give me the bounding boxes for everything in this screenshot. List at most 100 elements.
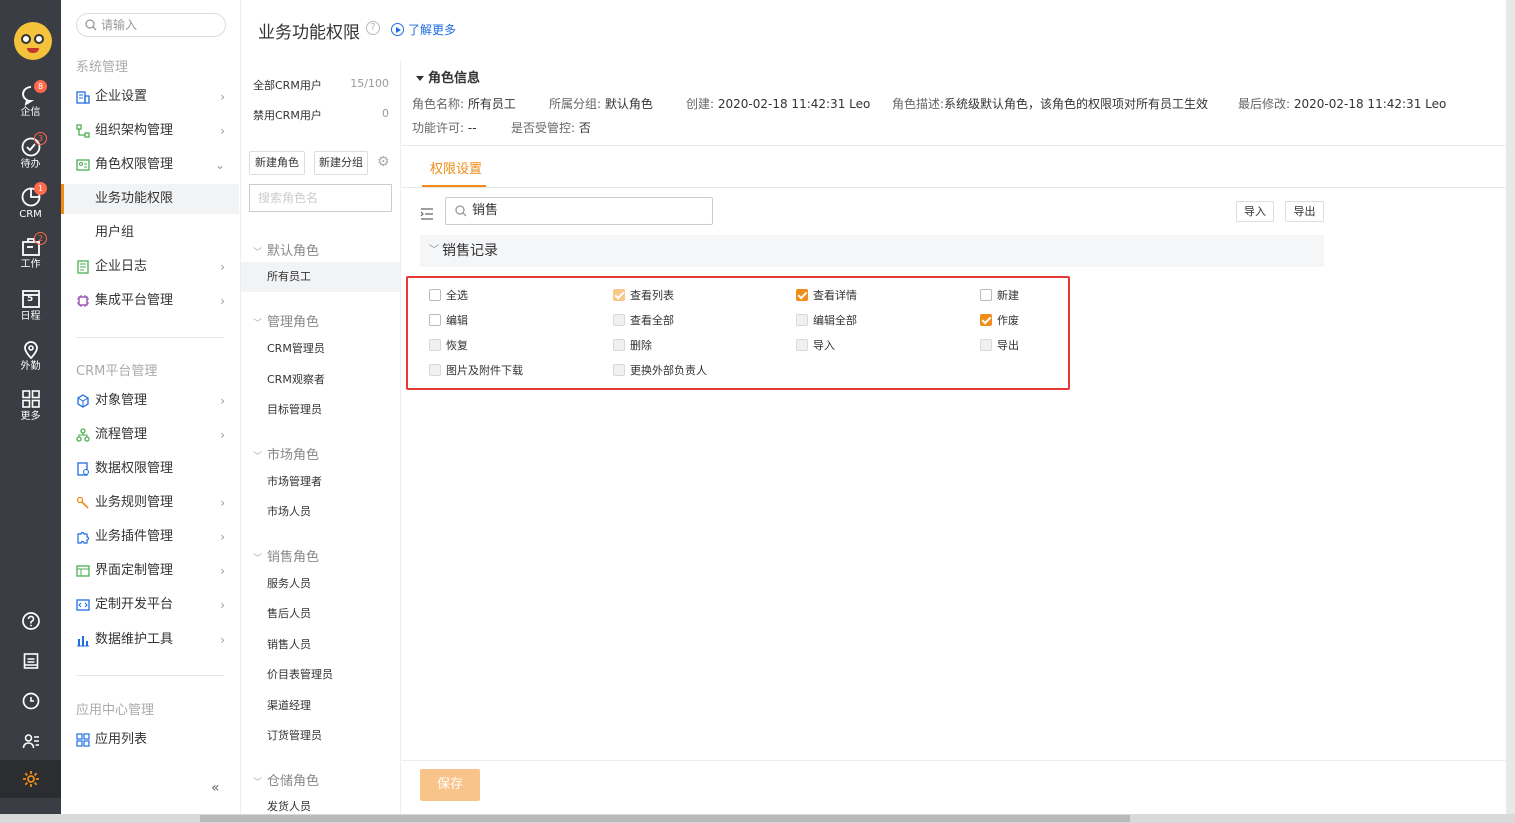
filter-list-icon[interactable] <box>420 205 434 224</box>
checkbox-void[interactable]: 作废 <box>980 312 1019 328</box>
permission-group-sales-record[interactable]: ﹀ 销售记录 <box>420 235 1324 267</box>
help-icon[interactable]: ? <box>366 21 380 35</box>
checkbox[interactable] <box>613 339 625 351</box>
checkbox-edit-all[interactable]: 编辑全部 <box>796 312 857 328</box>
checkbox[interactable] <box>796 339 808 351</box>
role-item[interactable]: 订货管理员 <box>241 721 400 751</box>
checkbox[interactable] <box>796 314 808 326</box>
save-button[interactable]: 保存 <box>420 769 480 801</box>
new-role-button[interactable]: 新建角色 <box>249 151 305 175</box>
checkbox-export[interactable]: 导出 <box>980 337 1019 353</box>
export-button[interactable]: 导出 <box>1285 201 1324 222</box>
sidebar-item-plugins[interactable]: 业务插件管理 › <box>61 522 239 552</box>
checkbox[interactable] <box>980 289 992 301</box>
sidebar-item-flow-mgmt[interactable]: 流程管理 › <box>61 420 239 450</box>
role-group-sales[interactable]: ﹀ 销售角色 <box>253 546 319 565</box>
rail-item-crm[interactable]: 1 CRM <box>0 182 61 232</box>
rail-label: 更多 <box>20 411 41 422</box>
role-item[interactable]: 销售人员 <box>241 630 400 660</box>
import-button[interactable]: 导入 <box>1236 201 1274 222</box>
user-avatar[interactable] <box>14 22 52 60</box>
history-button[interactable] <box>0 686 61 716</box>
sidebar-item-app-list[interactable]: 应用列表 <box>61 725 239 755</box>
checkbox[interactable] <box>613 364 625 376</box>
rail-item-todo[interactable]: 3 待办 <box>0 132 61 182</box>
rail-item-messages[interactable]: 8 企信 <box>0 80 61 130</box>
checkbox[interactable] <box>429 289 441 301</box>
sidebar-item-company-settings[interactable]: 企业设置 › <box>61 82 239 112</box>
sidebar-item-ui-custom[interactable]: 界面定制管理 › <box>61 556 239 586</box>
checkbox[interactable] <box>429 364 441 376</box>
chevron-right-icon: › <box>220 633 225 647</box>
horizontal-scrollbar[interactable] <box>0 814 1515 823</box>
learn-more-link[interactable]: 了解更多 <box>391 21 456 38</box>
checkbox[interactable] <box>429 314 441 326</box>
sidebar-item-integration[interactable]: 集成平台管理 › <box>61 286 239 316</box>
sidebar-search-input[interactable]: 请输入 <box>76 13 226 37</box>
checkbox[interactable] <box>796 289 808 301</box>
role-item-all-staff[interactable]: 所有员工 <box>241 262 400 292</box>
collapse-sidebar-button[interactable]: « <box>211 780 220 796</box>
role-group-warehouse[interactable]: ﹀ 仓储角色 <box>253 770 319 789</box>
checkbox-edit[interactable]: 编辑 <box>429 312 468 328</box>
role-group-admin[interactable]: ﹀ 管理角色 <box>253 311 319 330</box>
gear-icon[interactable]: ⚙ <box>377 154 390 170</box>
sidebar-item-data-permission[interactable]: 数据权限管理 <box>61 454 239 484</box>
contacts-button[interactable] <box>0 726 61 756</box>
role-item[interactable]: 目标管理员 <box>241 395 400 425</box>
checkbox[interactable] <box>613 314 625 326</box>
divider <box>402 187 1506 188</box>
checkbox-view-detail[interactable]: 查看详情 <box>796 287 857 303</box>
role-item[interactable]: 服务人员 <box>241 569 400 599</box>
role-item[interactable]: 市场管理者 <box>241 467 400 497</box>
checkbox[interactable] <box>613 289 625 301</box>
checkbox-change-external-owner[interactable]: 更换外部负责人 <box>613 362 707 378</box>
role-search-input[interactable]: 搜索角色名 <box>249 184 392 212</box>
checkbox-download-attachments[interactable]: 图片及附件下载 <box>429 362 523 378</box>
rail-item-field[interactable]: 外勤 <box>0 338 61 384</box>
role-item[interactable]: 发货人员 <box>241 793 400 814</box>
sidebar-item-dev-platform[interactable]: 定制开发平台 › <box>61 590 239 620</box>
rail-item-more[interactable]: 更多 <box>0 388 61 434</box>
role-item[interactable]: CRM管理员 <box>241 334 400 364</box>
sidebar-item-business-rules[interactable]: 业务规则管理 › <box>61 488 239 518</box>
rail-item-work[interactable]: 2 工作 <box>0 232 61 282</box>
role-item[interactable]: CRM观察者 <box>241 365 400 395</box>
checkbox-import[interactable]: 导入 <box>796 337 835 353</box>
role-group-default[interactable]: ﹀ 默认角色 <box>253 240 319 259</box>
sidebar-item-user-group[interactable]: 用户组 <box>61 218 239 248</box>
role-item[interactable]: 市场人员 <box>241 497 400 527</box>
tab-permission-settings[interactable]: 权限设置 <box>430 158 482 177</box>
settings-button[interactable] <box>0 760 61 798</box>
permission-search-input[interactable]: 销售 <box>445 197 713 225</box>
sidebar-item-object-mgmt[interactable]: 对象管理 › <box>61 386 239 416</box>
sidebar-item-business-permission[interactable]: 业务功能权限 <box>61 184 239 214</box>
role-item[interactable]: 售后人员 <box>241 599 400 629</box>
checkbox-restore[interactable]: 恢复 <box>429 337 468 353</box>
sidebar-item-company-log[interactable]: 企业日志 › <box>61 252 239 282</box>
notes-button[interactable] <box>0 646 61 676</box>
checkbox-delete[interactable]: 删除 <box>613 337 652 353</box>
sidebar-item-role-permission[interactable]: 角色权限管理 ⌄ <box>61 150 239 180</box>
checkbox[interactable] <box>980 339 992 351</box>
role-info-toggle[interactable]: 角色信息 <box>416 67 480 86</box>
apps-icon <box>76 733 90 747</box>
role-group-marketing[interactable]: ﹀ 市场角色 <box>253 444 319 463</box>
sidebar-item-org[interactable]: 组织架构管理 › <box>61 116 239 146</box>
rail-item-calendar[interactable]: 5 日程 <box>0 288 61 334</box>
checkbox[interactable] <box>429 339 441 351</box>
role-item[interactable]: 渠道经理 <box>241 691 400 721</box>
scrollbar-thumb[interactable] <box>200 815 1130 822</box>
checkbox[interactable] <box>980 314 992 326</box>
vertical-scrollbar[interactable] <box>1506 0 1515 823</box>
new-group-button[interactable]: 新建分组 <box>314 151 368 175</box>
sidebar-item-data-tools[interactable]: 数据维护工具 › <box>61 625 239 655</box>
checkbox-view-all[interactable]: 查看全部 <box>613 312 674 328</box>
checkbox-select-all[interactable]: 全选 <box>429 287 468 303</box>
nav-label: 数据权限管理 <box>95 461 174 476</box>
checkbox-view-list[interactable]: 查看列表 <box>613 287 674 303</box>
stat-label: 全部CRM用户 <box>253 79 322 92</box>
help-button[interactable] <box>0 606 61 636</box>
checkbox-create[interactable]: 新建 <box>980 287 1019 303</box>
role-item[interactable]: 价目表管理员 <box>241 660 400 690</box>
